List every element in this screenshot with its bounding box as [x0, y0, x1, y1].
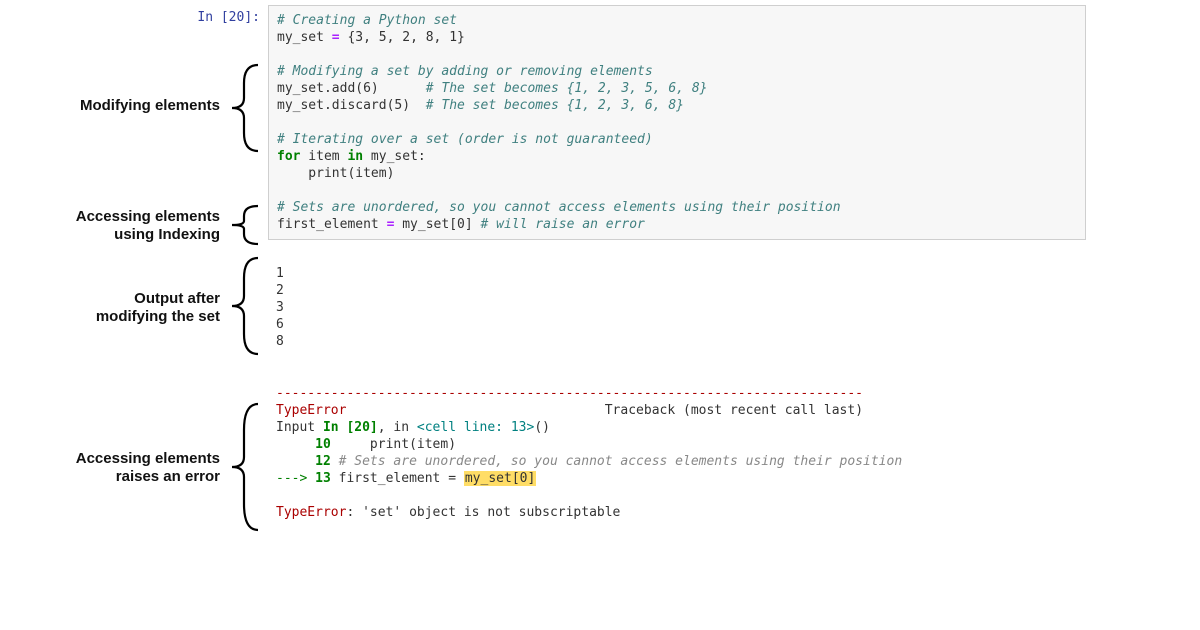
code-op: =: [332, 30, 340, 45]
code-call: my_set.discard(5): [277, 98, 410, 113]
code-call: my_set.add(6): [277, 81, 379, 96]
code-comment: # Iterating over a set (order is not gua…: [277, 132, 653, 147]
annotation-line: raises an error: [116, 468, 220, 485]
annotation-indexing: Accessing elements using Indexing: [10, 208, 220, 244]
code-comment: # Creating a Python set: [277, 13, 457, 28]
annotation-modifying: Modifying elements: [10, 97, 220, 115]
annotation-error: Accessing elements raises an error: [10, 450, 220, 486]
code-comment: # The set becomes {1, 2, 3, 5, 6, 8}: [426, 81, 708, 96]
output-line: 2: [276, 283, 284, 298]
brace-icon: [228, 63, 258, 153]
code-var: first_element: [277, 217, 379, 232]
stdout-output: 1 2 3 6 8: [276, 265, 284, 350]
traceback-lineno: 10: [276, 437, 331, 452]
brace-icon: [228, 204, 258, 246]
brace-icon: [228, 256, 258, 356]
traceback-text: (): [534, 420, 550, 435]
annotation-line: modifying the set: [96, 308, 220, 325]
traceback-label: Traceback (most recent call last): [605, 403, 863, 418]
traceback-lineno: 12: [276, 454, 331, 469]
traceback-location: <cell line: 13>: [417, 420, 534, 435]
input-prompt: In [20]:: [170, 10, 260, 25]
annotation-line: Output after: [134, 290, 220, 307]
code-comment: # will raise an error: [481, 217, 645, 232]
code-literal: {3, 5, 2, 8, 1}: [340, 30, 465, 45]
traceback-code: # Sets are unordered, so you cannot acce…: [331, 454, 902, 469]
code-expr: my_set[0]: [394, 217, 480, 232]
traceback-error-name: TypeError: [276, 403, 346, 418]
output-line: 6: [276, 317, 284, 332]
traceback-error-name: TypeError: [276, 505, 346, 520]
code-comment: # Sets are unordered, so you cannot acce…: [277, 200, 841, 215]
code-cell: # Creating a Python set my_set = {3, 5, …: [268, 5, 1086, 240]
traceback-cell-ref: In [20]: [323, 420, 378, 435]
traceback-lineno: 13: [315, 471, 331, 486]
code-keyword: in: [347, 149, 363, 164]
traceback-error-msg: : 'set' object is not subscriptable: [346, 505, 620, 520]
code-var: my_set:: [363, 149, 426, 164]
annotation-output: Output after modifying the set: [10, 290, 220, 326]
code-var: item: [300, 149, 347, 164]
annotation-line: Accessing elements: [76, 208, 220, 225]
traceback-code: first_element =: [331, 471, 464, 486]
annotation-line: using Indexing: [114, 226, 220, 243]
code-comment: # Modifying a set by adding or removing …: [277, 64, 653, 79]
brace-icon: [228, 402, 258, 532]
traceback-output: ----------------------------------------…: [276, 385, 1066, 521]
output-line: 3: [276, 300, 284, 315]
code-call: print(item): [277, 166, 394, 181]
output-line: 1: [276, 266, 284, 281]
code-keyword: for: [277, 149, 300, 164]
traceback-separator: ----------------------------------------…: [276, 386, 863, 401]
traceback-text: , in: [378, 420, 417, 435]
traceback-input: Input: [276, 420, 323, 435]
traceback-code: print(item): [331, 437, 456, 452]
traceback-highlight: my_set[0]: [464, 471, 536, 486]
output-line: 8: [276, 334, 284, 349]
code-comment: # The set becomes {1, 2, 3, 6, 8}: [426, 98, 684, 113]
traceback-arrow-icon: --->: [276, 471, 315, 486]
code-var: my_set: [277, 30, 324, 45]
annotation-line: Accessing elements: [76, 450, 220, 467]
